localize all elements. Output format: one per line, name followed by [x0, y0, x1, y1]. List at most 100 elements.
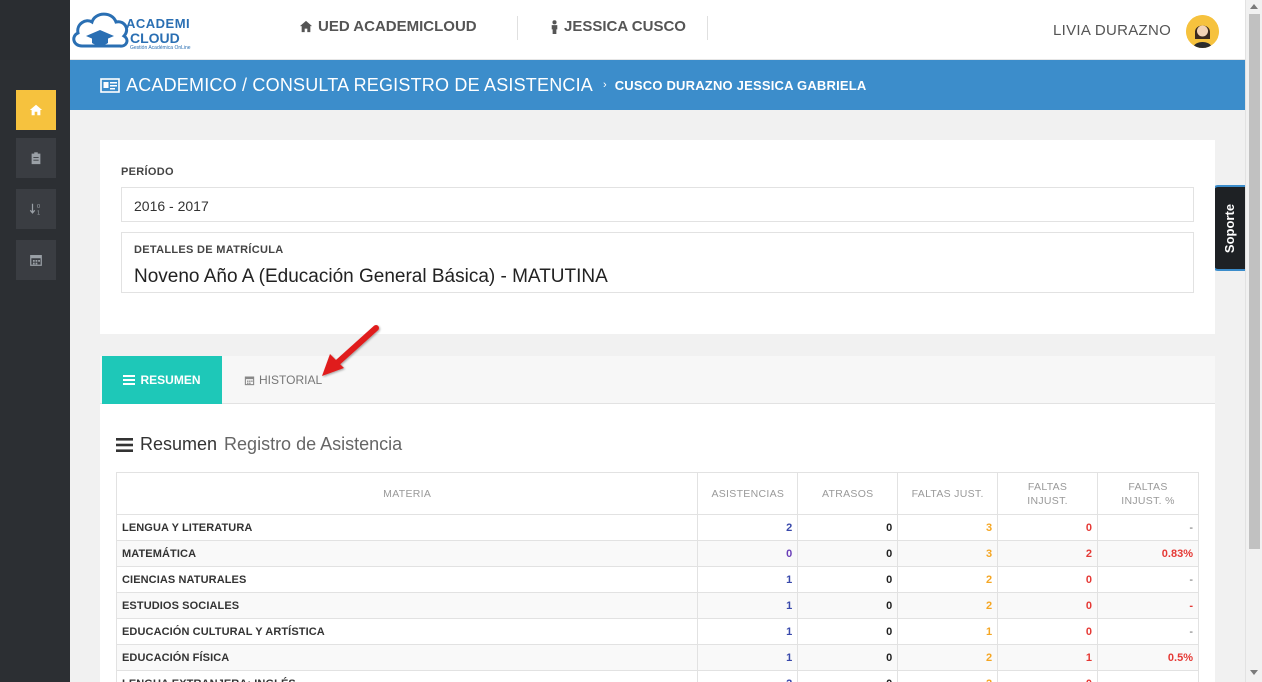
header-faltas-injust-line2: INJUST. [1027, 494, 1068, 507]
header-atrasos[interactable]: ATRASOS [797, 472, 899, 515]
table-row: LENGUA EXTRANJERA: INGLÉS 2 0 2 0 - [115, 670, 1199, 682]
matricula-value: Noveno Año A (Educación General Básica) … [134, 266, 608, 287]
periodo-label: PERÍODO [121, 166, 174, 178]
red-arrow-annotation-icon [322, 325, 379, 376]
table-row: LENGUA Y LITERATURA 2 0 3 0 - [115, 514, 1199, 541]
sidebar-home-button[interactable] [16, 90, 56, 130]
breadcrumb-chevron-icon: › [603, 79, 607, 91]
section-title-light: Registro de Asistencia [224, 434, 403, 454]
section-title-bold: Resumen [140, 434, 218, 454]
table-row: MATEMÁTICA 0 0 3 2 0.83% [115, 540, 1199, 567]
cell-faltas-just: 3 [897, 514, 999, 541]
cell-faltas-injust: 0 [997, 592, 1099, 619]
nav-school-link[interactable]: UED ACADEMICLOUD [299, 18, 477, 35]
header-asistencias[interactable]: ASISTENCIAS [697, 472, 799, 515]
cell-asistencias: 2 [697, 514, 799, 541]
calendar-icon [244, 376, 255, 385]
cell-faltas-pct: 0.83% [1097, 540, 1199, 567]
avatar-icon [1186, 15, 1219, 48]
cell-faltas-just: 2 [897, 592, 999, 619]
cell-faltas-just: 2 [897, 670, 999, 682]
id-card-icon [100, 77, 120, 93]
cell-faltas-just: 3 [897, 540, 999, 567]
cell-faltas-injust: 0 [997, 514, 1099, 541]
cell-materia: EDUCACIÓN FÍSICA [115, 644, 699, 671]
cell-faltas-injust: 0 [997, 670, 1099, 682]
tab-resumen-label: RESUMEN [140, 373, 201, 387]
scroll-down-arrow-icon[interactable] [1250, 670, 1258, 675]
cell-atrasos: 0 [797, 514, 899, 541]
periodo-value: 2016 - 2017 [134, 198, 209, 214]
cell-materia: LENGUA EXTRANJERA: INGLÉS [115, 670, 699, 682]
breadcrumb-bar: ACADEMICO / CONSULTA REGISTRO DE ASISTEN… [70, 60, 1245, 110]
cell-atrasos: 0 [797, 566, 899, 593]
cell-faltas-just: 1 [897, 618, 999, 645]
tab-historial[interactable]: HISTORIAL [244, 373, 322, 387]
cell-asistencias: 1 [697, 644, 799, 671]
sidebar-top [0, 0, 70, 60]
cell-atrasos: 0 [797, 644, 899, 671]
top-header: ACADEMI CLOUD Gestión Académica OnLine U… [70, 0, 1245, 60]
clipboard-icon [31, 152, 41, 165]
cell-asistencias: 1 [697, 618, 799, 645]
cell-faltas-just: 2 [897, 644, 999, 671]
header-faltas-pct[interactable]: FALTAS INJUST. % [1097, 472, 1199, 515]
logo-text-cloud: CLOUD [130, 30, 180, 46]
sidebar-records-button[interactable] [16, 138, 56, 178]
header-faltas-pct-line1: FALTAS [1128, 480, 1168, 493]
cell-faltas-pct: - [1097, 618, 1199, 645]
tab-resumen[interactable]: RESUMEN [102, 356, 222, 404]
cell-faltas-pct: - [1097, 670, 1199, 682]
scroll-up-arrow-icon[interactable] [1250, 4, 1258, 9]
sort-numeric-icon: 01 [29, 203, 40, 216]
support-tab[interactable]: Soporte [1212, 185, 1245, 271]
list-icon [123, 375, 136, 385]
sidebar-calendar-button[interactable] [16, 240, 56, 280]
cell-materia: LENGUA Y LITERATURA [115, 514, 699, 541]
sidebar-grades-button[interactable]: 01 [16, 189, 56, 229]
header-faltas-just[interactable]: FALTAS JUST. [897, 472, 999, 515]
cell-faltas-injust: 2 [997, 540, 1099, 567]
header-faltas-pct-line2: INJUST. % [1121, 494, 1175, 507]
periodo-field[interactable]: 2016 - 2017 [121, 187, 1194, 222]
left-sidebar: 01 [0, 0, 70, 682]
cell-asistencias: 1 [697, 592, 799, 619]
matricula-label: DETALLES DE MATRÍCULA [134, 244, 284, 256]
cell-materia: EDUCACIÓN CULTURAL Y ARTÍSTICA [115, 618, 699, 645]
cell-faltas-just: 2 [897, 566, 999, 593]
header-faltas-injust[interactable]: FALTAS INJUST. [997, 472, 1099, 515]
cell-faltas-injust: 0 [997, 618, 1099, 645]
logo-text-academi: ACADEMI [126, 16, 191, 31]
cell-faltas-pct: - [1097, 566, 1199, 593]
section-title: Resumen Registro de Asistencia [116, 434, 402, 455]
cell-materia: CIENCIAS NATURALES [115, 566, 699, 593]
scroll-thumb[interactable] [1249, 14, 1260, 549]
svg-text:1: 1 [37, 210, 40, 216]
cell-faltas-pct: 0.5% [1097, 644, 1199, 671]
cell-asistencias: 0 [697, 540, 799, 567]
cell-materia: ESTUDIOS SOCIALES [115, 592, 699, 619]
header-faltas-injust-line1: FALTAS [1027, 480, 1068, 493]
current-user-name[interactable]: LIVIA DURAZNO [1053, 22, 1171, 39]
cell-faltas-injust: 1 [997, 644, 1099, 671]
breadcrumb-student: CUSCO DURAZNO JESSICA GABRIELA [614, 77, 867, 93]
table-row: EDUCACIÓN CULTURAL Y ARTÍSTICA 1 0 1 0 - [115, 618, 1199, 645]
nav-student-link[interactable]: JESSICA CUSCO [550, 18, 686, 35]
user-avatar[interactable] [1186, 15, 1219, 48]
tab-historial-label: HISTORIAL [259, 373, 323, 387]
cell-atrasos: 0 [797, 540, 899, 567]
cell-atrasos: 0 [797, 592, 899, 619]
user-icon [551, 19, 558, 34]
nav-divider [517, 16, 518, 40]
cell-materia: MATEMÁTICA [115, 540, 699, 567]
logo-tagline: Gestión Académica OnLine [130, 45, 191, 51]
enrollment-card: PERÍODO 2016 - 2017 DETALLES DE MATRÍCUL… [100, 140, 1215, 334]
academicloud-logo[interactable]: ACADEMI CLOUD Gestión Académica OnLine [70, 6, 192, 54]
list-icon [116, 437, 133, 452]
cell-atrasos: 0 [797, 670, 899, 682]
page-scrollbar[interactable] [1245, 0, 1262, 682]
attendance-table: MATERIA ASISTENCIAS ATRASOS FALTAS JUST.… [115, 472, 1199, 682]
table-row: ESTUDIOS SOCIALES 1 0 2 0 - [115, 592, 1199, 619]
matricula-field: DETALLES DE MATRÍCULA Noveno Año A (Educ… [121, 232, 1194, 293]
header-materia[interactable]: MATERIA [115, 472, 699, 515]
